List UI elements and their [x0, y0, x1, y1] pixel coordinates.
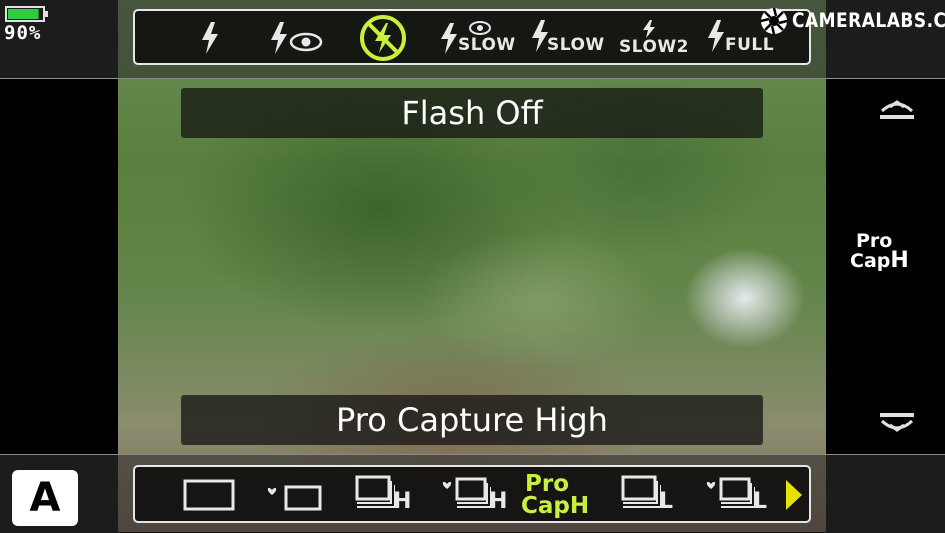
flash-redeye-icon [271, 22, 323, 54]
flash-mode-off[interactable] [353, 15, 413, 61]
sequential-high-icon [355, 475, 395, 508]
drive-mode-seq-low[interactable]: L [621, 471, 683, 519]
full-label: FULL [725, 35, 775, 55]
sequential-silent-low-icon [706, 477, 755, 508]
flash-mode-slow2[interactable]: SLOW2 [617, 15, 689, 61]
scroll-up-icon[interactable] [878, 97, 916, 121]
flash-mode-redeye-slow[interactable]: SLOW [438, 15, 515, 61]
procap-top-label: Pro [525, 471, 570, 497]
flash-mode-auto[interactable] [190, 15, 230, 61]
side-procap-indicator: Pro CapH [850, 230, 922, 273]
side-procap-suffix: H [890, 248, 909, 273]
redeye-slow-label: SLOW [458, 35, 516, 55]
drive-mode-silent[interactable] [265, 471, 325, 519]
flash-slow2-icon [643, 20, 655, 38]
battery-icon [5, 6, 48, 22]
side-procap-top: Pro [856, 230, 893, 252]
sequential-low-icon [621, 475, 661, 508]
procap-suffix-label: H [569, 493, 590, 519]
side-procap-bottom-row: CapH [850, 248, 922, 273]
aperture-logo-icon [760, 7, 788, 35]
side-procap-bottom: Cap [850, 250, 891, 272]
sequential-silent-high-icon [442, 477, 491, 508]
seq-silent-high-label: H [489, 489, 508, 514]
drive-mode-seq-high[interactable]: H [353, 471, 417, 519]
drive-mode-label: Pro Capture High [181, 395, 763, 445]
single-shot-icon [183, 479, 235, 511]
drive-mode-seq-silent-high[interactable]: H [439, 471, 507, 519]
bottom-bar: A H H Pro CapH L L [0, 454, 945, 533]
seq-silent-low-label: L [753, 489, 768, 514]
drive-mode-pro-capture-high[interactable]: Pro CapH [521, 471, 601, 519]
scroll-down-icon[interactable] [878, 411, 916, 435]
procap-bottom-label: Cap [521, 493, 570, 519]
flash-mode-strip: SLOW SLOW SLOW2 FULL [133, 9, 811, 65]
flash-mode-label: Flash Off [181, 88, 763, 138]
flash-mode-slow[interactable]: SLOW [527, 15, 604, 61]
slow2-label: SLOW2 [619, 37, 690, 57]
cameralabs-logo: CAMERALABS.COM [760, 6, 945, 36]
single-silent-icon [267, 485, 322, 511]
flash-auto-icon [202, 22, 218, 54]
logo-text: CAMERALABS.COM [792, 9, 945, 33]
viewfinder-scene [0, 0, 945, 532]
seq-high-label: H [393, 489, 412, 514]
slow-label: SLOW [547, 35, 605, 55]
drive-mode-single[interactable] [181, 471, 237, 519]
procap-bottom-row: CapH [521, 493, 590, 519]
flash-off-icon [360, 15, 406, 61]
drive-mode-seq-silent-low[interactable]: L [705, 471, 771, 519]
battery-percent: 90% [4, 22, 42, 44]
seq-low-label: L [659, 489, 674, 514]
shooting-mode-badge[interactable]: A [12, 470, 78, 526]
next-arrow-icon[interactable] [786, 480, 802, 510]
left-panel [0, 78, 118, 454]
drive-mode-strip: H H Pro CapH L L [133, 465, 811, 523]
top-bar: 90% SLOW SLOW SLOW2 FULL CAMERALABS.C [0, 0, 945, 79]
flash-full-icon [708, 20, 724, 52]
flash-mode-redeye[interactable] [265, 15, 327, 61]
